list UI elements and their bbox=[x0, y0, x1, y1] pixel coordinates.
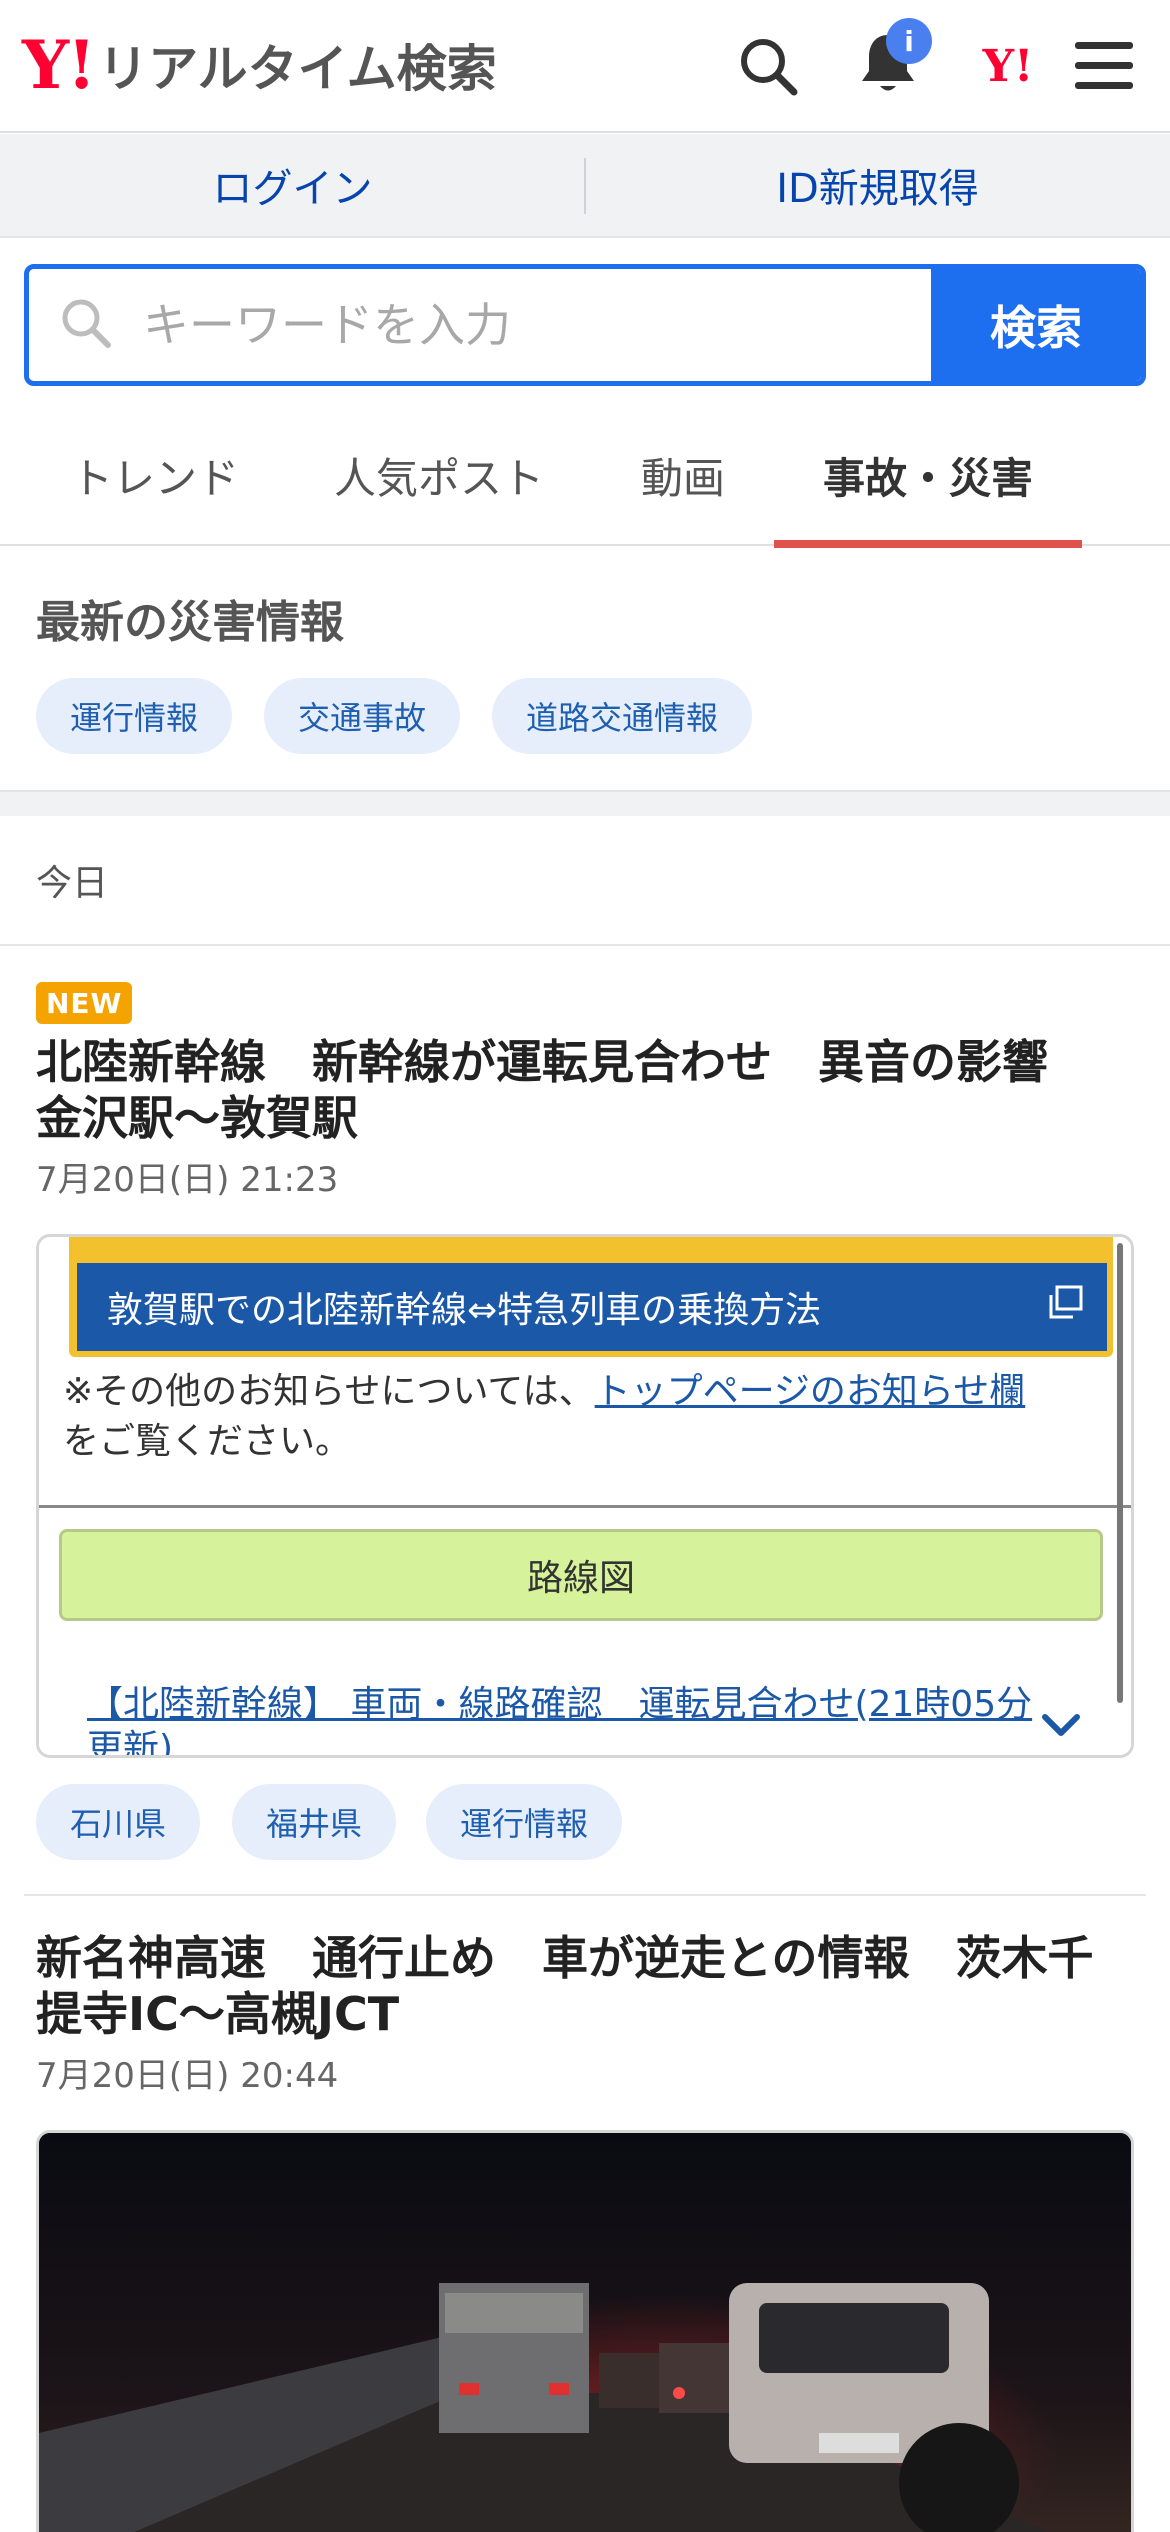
divider bbox=[584, 158, 586, 214]
section-title: 最新の災害情報 bbox=[36, 597, 344, 648]
search-icon[interactable] bbox=[730, 28, 806, 104]
article-photo[interactable] bbox=[36, 2130, 1134, 2532]
article-timestamp: 7月20日(日) 21:23 bbox=[36, 1160, 339, 1200]
transfer-info-banner: 敦賀駅での北陸新幹線⇔特急列車の乗換方法 bbox=[77, 1263, 1107, 1351]
banner-text: 敦賀駅での北陸新幹線⇔特急列車の乗換方法 bbox=[107, 1290, 822, 1331]
notice-link: トップページのお知らせ欄 bbox=[594, 1371, 1026, 1412]
section-separator bbox=[0, 790, 1170, 816]
tab-popular-posts[interactable]: 人気ポスト bbox=[324, 404, 554, 546]
chip-operation-info[interactable]: 運行情報 bbox=[36, 678, 233, 754]
search-form: 検索 bbox=[24, 264, 1146, 386]
tab-trend[interactable]: トレンド bbox=[60, 404, 250, 546]
tag-fukui[interactable]: 福井県 bbox=[232, 1784, 397, 1860]
tag-operation-info[interactable]: 運行情報 bbox=[426, 1784, 623, 1860]
new-badge: NEW bbox=[36, 982, 133, 1024]
external-window-icon bbox=[1045, 1283, 1085, 1332]
logo-mark: Y! bbox=[22, 26, 96, 104]
highway-night-photo bbox=[39, 2133, 1131, 2532]
notification-badge: i bbox=[886, 18, 932, 64]
search-icon bbox=[59, 296, 113, 354]
notice-suffix: をご覧ください。 bbox=[63, 1421, 352, 1462]
divider bbox=[24, 1894, 1146, 1896]
scrollbar bbox=[1117, 1243, 1123, 1703]
route-map-button: 路線図 bbox=[59, 1529, 1103, 1621]
category-tabs: トレンド 人気ポスト 動画 事故・災害 bbox=[0, 404, 1170, 548]
tag-ishikawa[interactable]: 石川県 bbox=[36, 1784, 201, 1860]
app-header: Y! リアルタイム検索 i Y! bbox=[0, 0, 1170, 133]
status-update-link: 【北陸新幹線】 車両・線路確認 運転見合わせ(21時05分更新) bbox=[87, 1684, 1033, 1758]
register-link[interactable]: ID新規取得 bbox=[585, 134, 1170, 236]
article-title[interactable]: 北陸新幹線 新幹線が運転見合わせ 異音の影響 金沢駅〜敦賀駅 bbox=[36, 1034, 1136, 1146]
chip-road-traffic-info[interactable]: 道路交通情報 bbox=[492, 678, 753, 754]
logo-text: リアルタイム検索 bbox=[98, 40, 497, 98]
menu-icon[interactable] bbox=[1066, 28, 1142, 104]
article-timestamp: 7月20日(日) 20:44 bbox=[36, 2056, 339, 2096]
tab-accident-disaster[interactable]: 事故・災害 bbox=[774, 404, 1082, 548]
tab-video[interactable]: 動画 bbox=[628, 404, 738, 546]
chip-traffic-accident[interactable]: 交通事故 bbox=[264, 678, 461, 754]
notice-prefix: ※その他のお知らせについては、 bbox=[63, 1371, 595, 1412]
yahoo-home-link[interactable]: Y! bbox=[970, 28, 1046, 104]
login-bar: ログイン ID新規取得 bbox=[0, 134, 1170, 238]
divider bbox=[0, 944, 1170, 946]
date-label: 今日 bbox=[36, 863, 109, 904]
login-link[interactable]: ログイン bbox=[0, 134, 585, 236]
article-title[interactable]: 新名神高速 通行止め 車が逆走との情報 茨木千提寺IC〜高槻JCT bbox=[36, 1930, 1136, 2042]
yahoo-mark: Y! bbox=[982, 40, 1034, 92]
divider bbox=[39, 1505, 1131, 1508]
article-embedded-screenshot[interactable]: 敦賀駅での北陸新幹線⇔特急列車の乗換方法 ※その他のお知らせについては、トップペ… bbox=[36, 1234, 1134, 1758]
search-input[interactable] bbox=[143, 298, 931, 352]
chevron-down-icon bbox=[1041, 1713, 1081, 1743]
notice-text: ※その他のお知らせについては、トップページのお知らせ欄 をご覧ください。 bbox=[63, 1367, 1113, 1467]
search-field-wrap bbox=[29, 269, 931, 381]
yahoo-realtime-logo[interactable]: Y! リアルタイム検索 bbox=[22, 30, 497, 100]
notification-button[interactable]: i bbox=[850, 18, 932, 104]
search-button[interactable]: 検索 bbox=[931, 269, 1141, 381]
